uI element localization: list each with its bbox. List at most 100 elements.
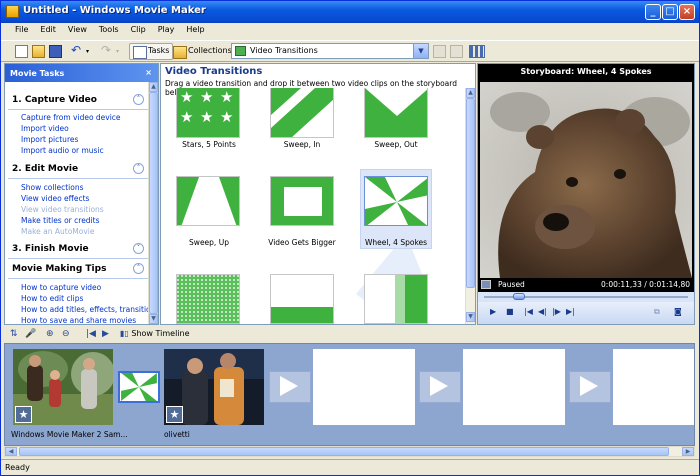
close-icon[interactable]: × <box>145 68 152 77</box>
transition-sweep-up[interactable] <box>176 176 240 226</box>
link-show-collections[interactable]: Show collections <box>21 183 84 192</box>
stop-icon[interactable]: ■ <box>506 307 514 316</box>
empty-clip-slot[interactable] <box>313 349 415 425</box>
undo-dropdown-icon[interactable]: ▾ <box>86 45 99 58</box>
menu-file[interactable]: File <box>9 23 34 36</box>
menu-help[interactable]: Help <box>180 23 210 36</box>
chevron-down-icon[interactable]: ˅ <box>133 243 144 254</box>
scroll-thumb[interactable] <box>149 92 158 314</box>
sweep-in-thumbnail <box>271 88 333 137</box>
play-icon[interactable]: ▶ <box>490 307 496 316</box>
zoom-out-icon[interactable]: ⊖ <box>62 329 70 339</box>
section-finish-movie[interactable]: 3. Finish Movie ˅ <box>8 241 148 259</box>
next-frame-icon[interactable]: ▶| <box>566 307 575 316</box>
link-import-pictures[interactable]: Import pictures <box>21 135 78 144</box>
link-import-audio[interactable]: Import audio or music <box>21 146 104 155</box>
transition-sweep-out[interactable] <box>364 88 428 138</box>
maximize-button[interactable]: □ <box>662 4 678 20</box>
tasks-scrollbar[interactable]: ▲ ▼ <box>148 82 158 324</box>
link-import-video[interactable]: Import video <box>21 124 69 133</box>
zoom-in-icon[interactable]: ⊕ <box>46 329 54 339</box>
transition-stars-5-points[interactable]: ★ ★ ★ ★ ★ ★ <box>176 88 240 138</box>
collections-button[interactable]: Collections <box>169 43 236 60</box>
menu-tools[interactable]: Tools <box>93 23 125 36</box>
empty-clip-slot[interactable] <box>613 349 694 425</box>
chevron-down-icon[interactable]: ▼ <box>413 44 428 58</box>
close-button[interactable]: × <box>679 4 695 20</box>
storyboard-scrollbar[interactable]: ◀ ▶ <box>4 446 695 457</box>
scroll-left-icon[interactable]: ◀ <box>5 447 17 456</box>
chevron-up-icon[interactable]: ˄ <box>133 263 144 274</box>
chevron-up-icon[interactable]: ˄ <box>133 163 144 174</box>
title-bar[interactable]: Untitled - Windows Movie Maker _ □ × <box>1 1 699 23</box>
slide-transition-thumbnail <box>365 275 427 323</box>
seek-bar[interactable] <box>478 292 694 302</box>
link-how-add-titles[interactable]: How to add titles, effects, transitions <box>21 305 158 314</box>
new-folder-icon <box>450 45 463 58</box>
scroll-thumb[interactable] <box>466 98 475 288</box>
link-capture-from-device[interactable]: Capture from video device <box>21 113 121 122</box>
storyboard-clip[interactable]: ★ <box>13 349 113 425</box>
take-picture-icon[interactable]: ◙ <box>674 307 682 316</box>
empty-clip-slot[interactable] <box>463 349 565 425</box>
undo-icon[interactable]: ↶ <box>71 44 84 58</box>
minimize-button[interactable]: _ <box>645 4 661 20</box>
transitions-scrollbar[interactable]: ▲ ▼ <box>465 88 475 324</box>
storyboard-clip[interactable]: ★ <box>164 349 264 425</box>
rewind-icon[interactable]: ◀| <box>538 307 547 316</box>
scroll-down-icon[interactable]: ▼ <box>149 314 158 324</box>
scroll-thumb[interactable] <box>19 447 669 456</box>
menu-edit[interactable]: Edit <box>34 23 62 36</box>
show-timeline-button[interactable]: ▮▯ Show Timeline <box>120 329 190 338</box>
chevron-up-icon[interactable]: ˄ <box>133 94 144 105</box>
transition-slot-empty[interactable] <box>419 371 461 403</box>
previous-frame-icon[interactable]: |◀ <box>524 307 533 316</box>
transition-collection-icon <box>235 46 246 56</box>
section-edit-movie[interactable]: 2. Edit Movie ˄ <box>8 161 148 179</box>
scroll-down-icon[interactable]: ▼ <box>466 312 475 322</box>
scroll-up-icon[interactable]: ▲ <box>149 82 158 92</box>
transition-sweep-in[interactable] <box>270 88 334 138</box>
video-transitions-pane: Video Transitions Drag a video transitio… <box>160 63 476 325</box>
transition-slide[interactable] <box>364 274 428 324</box>
split-clip-icon[interactable]: ⧉ <box>654 307 660 317</box>
forward-icon[interactable]: |▶ <box>552 307 561 316</box>
transition-checkerboard[interactable] <box>176 274 240 324</box>
tasks-button[interactable]: Tasks <box>129 43 174 60</box>
transition-video-gets-bigger[interactable] <box>270 176 334 226</box>
link-how-capture-video[interactable]: How to capture video <box>21 283 101 292</box>
link-view-video-transitions: View video transitions <box>21 205 104 214</box>
views-icon[interactable] <box>469 45 485 58</box>
link-make-titles[interactable]: Make titles or credits <box>21 216 100 225</box>
transition-slot-wheel-4-spokes[interactable] <box>118 371 160 403</box>
link-view-video-effects[interactable]: View video effects <box>21 194 89 203</box>
seek-handle[interactable] <box>512 293 525 300</box>
open-project-icon[interactable] <box>32 45 45 58</box>
transition-wheel-4-spokes[interactable] <box>364 176 428 226</box>
link-how-save-share[interactable]: How to save and share movies <box>21 316 136 324</box>
star-icon[interactable]: ★ <box>15 406 32 423</box>
movie-maker-icon[interactable] <box>6 5 19 18</box>
transitions-title: Video Transitions <box>165 66 263 77</box>
star-icon[interactable]: ★ <box>166 406 183 423</box>
section-capture-video[interactable]: 1. Capture Video ˄ <box>8 92 148 110</box>
scroll-right-icon[interactable]: ▶ <box>682 447 694 456</box>
wheel-4-spokes-thumbnail <box>365 177 427 225</box>
transition-bars[interactable] <box>270 274 334 324</box>
section-movie-making-tips[interactable]: Movie Making Tips ˄ <box>8 261 148 279</box>
save-project-icon[interactable] <box>49 45 62 58</box>
transition-slot-empty[interactable] <box>569 371 611 403</box>
new-project-icon[interactable] <box>15 45 28 58</box>
sweep-up-thumbnail <box>177 177 239 225</box>
rewind-storyboard-icon[interactable]: |◀ <box>86 329 96 339</box>
transition-slot-empty[interactable] <box>269 371 311 403</box>
play-storyboard-icon[interactable]: ▶ <box>102 329 109 339</box>
menu-view[interactable]: View <box>62 23 93 36</box>
scroll-up-icon[interactable]: ▲ <box>466 88 475 98</box>
collection-select[interactable]: Video Transitions ▼ <box>231 43 429 59</box>
set-audio-levels-icon[interactable]: ⇅ <box>10 329 18 339</box>
link-how-edit-clips[interactable]: How to edit clips <box>21 294 83 303</box>
menu-clip[interactable]: Clip <box>125 23 152 36</box>
menu-play[interactable]: Play <box>152 23 181 36</box>
narrate-icon[interactable]: 🎤 <box>25 329 36 339</box>
